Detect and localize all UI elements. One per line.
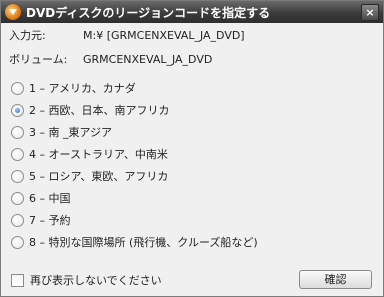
- region-radio[interactable]: [11, 235, 24, 249]
- title-bar[interactable]: DVDディスクのリージョンコードを指定する ×: [1, 1, 383, 23]
- region-label: 5 – ロシア、東欧、アフリカ: [29, 170, 169, 183]
- dont-show-again-label: 再び表示しないでください: [30, 274, 162, 287]
- confirm-button[interactable]: 確認: [299, 270, 372, 289]
- dialog-title: DVDディスクのリージョンコードを指定する: [26, 5, 271, 20]
- region-radio[interactable]: [11, 213, 24, 227]
- region-radio[interactable]: [11, 103, 24, 117]
- region-label: 6 – 中国: [29, 192, 71, 205]
- close-button[interactable]: ×: [361, 4, 379, 21]
- region-option-4[interactable]: 4 – オーストラリア、中南米: [11, 146, 168, 162]
- region-radio[interactable]: [11, 147, 24, 161]
- volume-label: ボリューム:: [9, 53, 68, 66]
- close-icon: ×: [365, 6, 375, 19]
- region-label: 3 – 南 _東アジア: [29, 126, 113, 139]
- region-radio[interactable]: [11, 169, 24, 183]
- input-source-value: M:¥ [GRMCENXEVAL_JA_DVD]: [83, 29, 245, 42]
- region-label: 1 – アメリカ、カナダ: [29, 82, 136, 95]
- region-label: 7 – 予約: [29, 214, 71, 227]
- region-option-3[interactable]: 3 – 南 _東アジア: [11, 124, 112, 140]
- region-code-dialog: DVDディスクのリージョンコードを指定する × 入力元: M:¥ [GRMCEN…: [0, 0, 384, 297]
- region-option-5[interactable]: 5 – ロシア、東欧、アフリカ: [11, 168, 168, 184]
- volume-value: GRMCENXEVAL_JA_DVD: [83, 53, 213, 66]
- input-source-label: 入力元:: [9, 29, 46, 42]
- region-label: 8 – 特別な国際場所 (飛行機、クルーズ船など): [29, 236, 258, 249]
- dont-show-again-checkbox[interactable]: [11, 273, 24, 287]
- region-option-1[interactable]: 1 – アメリカ、カナダ: [11, 80, 136, 96]
- region-radio[interactable]: [11, 191, 24, 205]
- region-option-7[interactable]: 7 – 予約: [11, 212, 71, 228]
- region-option-6[interactable]: 6 – 中国: [11, 190, 71, 206]
- app-logo-icon: [5, 4, 21, 20]
- region-option-2[interactable]: 2 – 西欧、日本、南アフリカ: [11, 102, 170, 118]
- region-label: 4 – オーストラリア、中南米: [29, 148, 168, 161]
- region-radio[interactable]: [11, 125, 24, 139]
- region-radio[interactable]: [11, 81, 24, 95]
- dont-show-again-option[interactable]: 再び表示しないでください: [11, 272, 162, 288]
- region-label: 2 – 西欧、日本、南アフリカ: [29, 104, 170, 117]
- region-option-8[interactable]: 8 – 特別な国際場所 (飛行機、クルーズ船など): [11, 234, 258, 250]
